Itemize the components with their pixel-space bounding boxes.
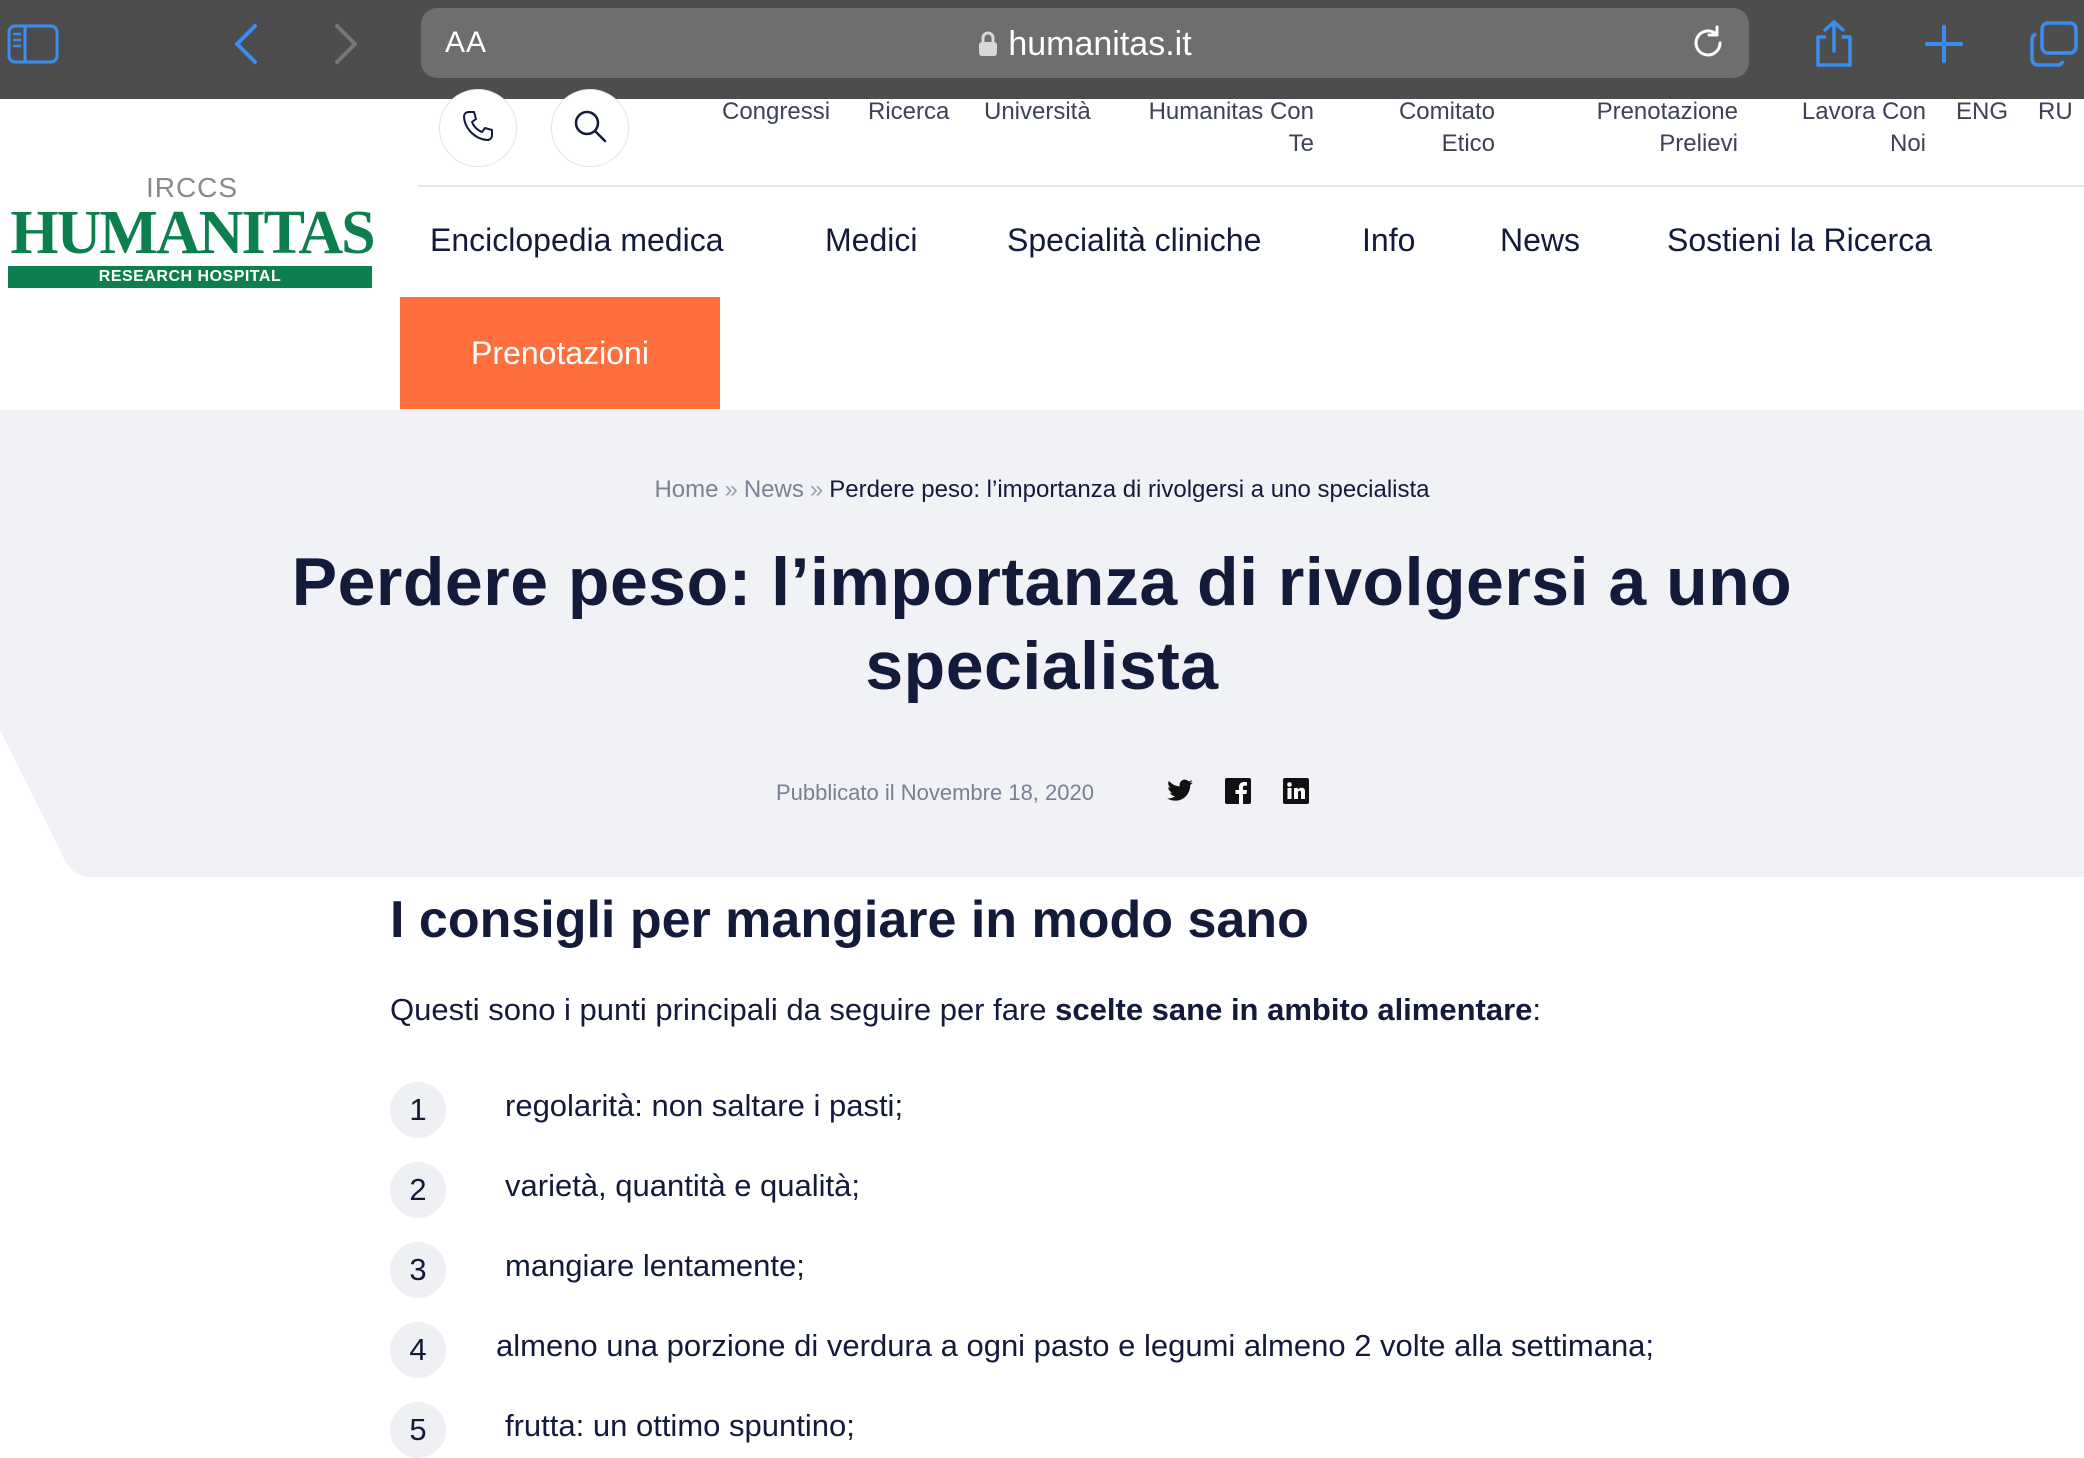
browser-toolbar: AA humanitas.it <box>0 0 2084 99</box>
list-number: 1 <box>390 1082 446 1138</box>
list-item: varietà, quantità e qualità; <box>505 1168 861 1203</box>
breadcrumb-current: Perdere peso: l’importanza di rivolgersi… <box>829 476 1430 503</box>
toplink-universita[interactable]: Università <box>984 96 1091 128</box>
list-number: 2 <box>390 1162 446 1218</box>
toplink-humanitas-con-te[interactable]: Humanitas Con Te <box>1134 96 1314 160</box>
chevron-left-icon[interactable] <box>216 14 276 74</box>
breadcrumb-home[interactable]: Home <box>654 476 718 503</box>
list-number: 3 <box>390 1242 446 1298</box>
phone-button[interactable] <box>439 89 517 167</box>
intro-text: Questi sono i punti principali da seguir… <box>390 992 1056 1027</box>
intro-paragraph: Questi sono i punti principali da seguir… <box>390 992 1541 1028</box>
humanitas-logo[interactable]: IRCCS HUMANITAS RESEARCH HOSPITAL <box>8 172 376 288</box>
address-bar[interactable]: AA humanitas.it <box>421 8 1749 78</box>
chevron-right-icon[interactable] <box>316 14 376 74</box>
share-icon[interactable] <box>1804 14 1864 74</box>
list-item: regolarità: non saltare i pasti; <box>505 1088 904 1123</box>
breadcrumb-news[interactable]: News <box>744 476 804 503</box>
reload-icon[interactable] <box>1687 22 1729 64</box>
toplink-congressi[interactable]: Congressi <box>722 96 830 128</box>
nav-info[interactable]: Info <box>1362 222 1415 259</box>
header-divider <box>418 185 2084 187</box>
list-number: 4 <box>390 1322 446 1378</box>
lock-icon <box>978 27 998 66</box>
toplink-ru[interactable]: RU <box>2038 96 2073 128</box>
facebook-icon[interactable] <box>1223 776 1253 806</box>
toplink-eng[interactable]: ENG <box>1956 96 2008 128</box>
linkedin-icon[interactable] <box>1281 776 1311 806</box>
url-text: humanitas.it <box>1008 25 1192 63</box>
url-field[interactable]: humanitas.it <box>421 25 1749 66</box>
nav-specialita-cliniche[interactable]: Specialità cliniche <box>1007 222 1261 259</box>
section-heading: I consigli per mangiare in modo sano <box>390 891 1309 949</box>
nav-news[interactable]: News <box>1500 222 1580 259</box>
search-button[interactable] <box>551 89 629 167</box>
intro-colon: : <box>1532 992 1542 1027</box>
intro-bold-text: scelte sane in ambito alimentare <box>1055 992 1533 1027</box>
breadcrumb: Home» News» Perdere peso: l’importanza di … <box>0 476 2084 504</box>
plus-icon[interactable] <box>1914 14 1974 74</box>
nav-sostieni-la-ricerca[interactable]: Sostieni la Ricerca <box>1667 222 1932 259</box>
breadcrumb-separator: » <box>724 476 738 503</box>
list-item: mangiare lentamente; <box>505 1248 805 1283</box>
nav-medici[interactable]: Medici <box>825 222 917 259</box>
toplink-ricerca[interactable]: Ricerca <box>868 96 949 128</box>
publish-date: Pubblicato il Novembre 18, 2020 <box>776 780 1094 805</box>
twitter-icon[interactable] <box>1165 776 1195 806</box>
search-icon <box>572 108 608 149</box>
nav-enciclopedia-medica[interactable]: Enciclopedia medica <box>430 222 724 259</box>
article-title: Perdere peso: l’importanza di rivolgersi… <box>291 544 1793 704</box>
toplink-prenotazione-prelievi[interactable]: Prenotazione Prelievi <box>1580 96 1738 160</box>
sidebar-icon[interactable] <box>3 14 63 74</box>
phone-icon <box>460 108 496 149</box>
prenotazioni-button[interactable]: Prenotazioni <box>400 297 720 409</box>
list-item: frutta: un ottimo spuntino; <box>505 1408 855 1443</box>
breadcrumb-separator: » <box>809 476 824 503</box>
list-item: almeno una porzione di verdura a ogni pa… <box>496 1328 1655 1363</box>
tabs-icon[interactable] <box>2024 14 2084 74</box>
logo-wordmark: HUMANITAS <box>10 199 375 267</box>
logo-subtitle: RESEARCH HOSPITAL <box>8 266 372 288</box>
toplink-comitato-etico[interactable]: Comitato Etico <box>1370 96 1495 160</box>
toplink-lavora-con-noi[interactable]: Lavora Con Noi <box>1790 96 1926 160</box>
